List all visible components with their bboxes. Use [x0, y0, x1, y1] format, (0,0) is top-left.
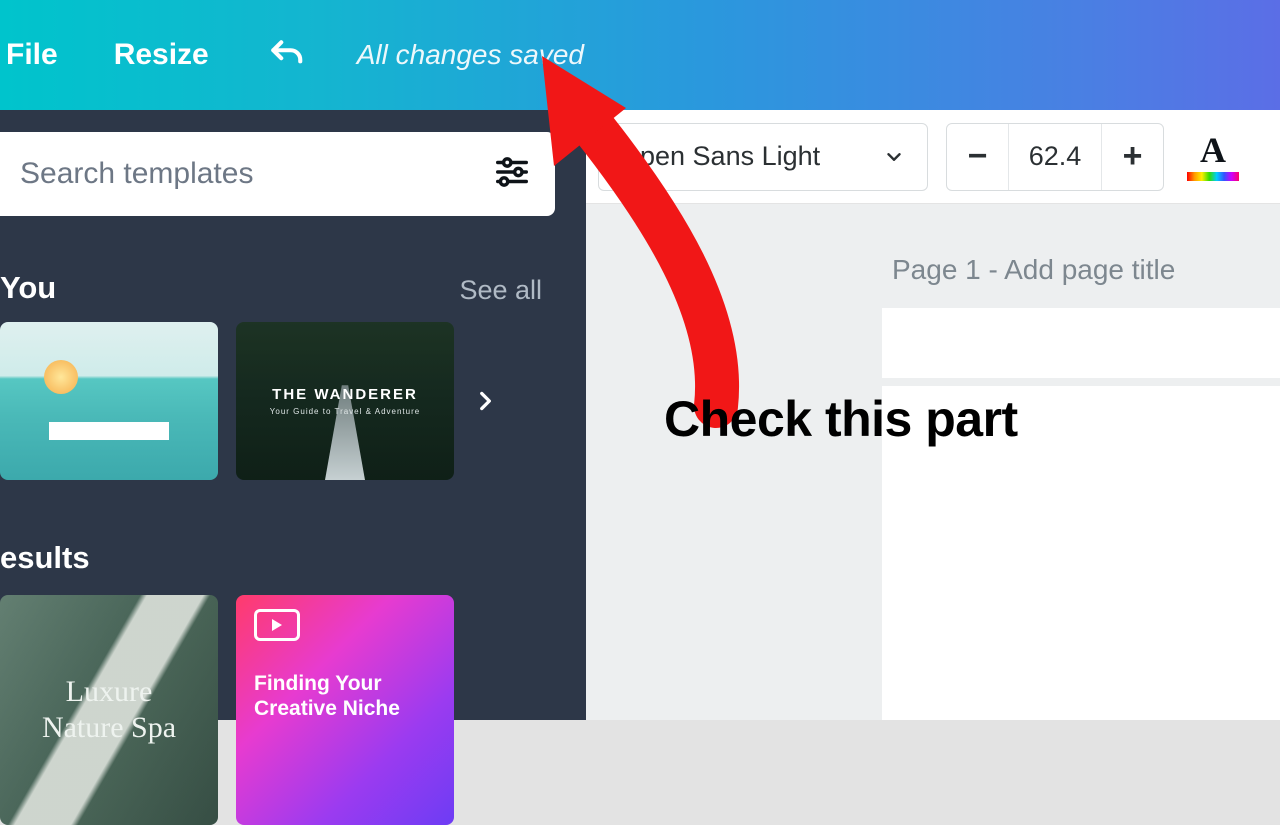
save-status: All changes saved: [357, 39, 584, 71]
text-color-icon: A: [1200, 132, 1226, 168]
section-for-you-header: You See all: [0, 270, 542, 306]
search-bar: [0, 132, 555, 216]
color-spectrum-icon: [1187, 172, 1239, 181]
templates-carousel: Luxure Nature Spa Finding Your Creative …: [0, 595, 454, 825]
font-size-stepper: − +: [946, 123, 1164, 191]
editor-toolbar: Open Sans Light − + A: [586, 110, 1280, 204]
search-input[interactable]: [20, 157, 493, 191]
filter-button[interactable]: [493, 153, 531, 196]
template-card[interactable]: THE WANDERER Your Guide to Travel & Adve…: [236, 322, 454, 480]
template-title: Luxure Nature Spa: [42, 674, 176, 746]
canvas-area: Page 1 - Add page title: [586, 204, 1280, 720]
font-name-label: Open Sans Light: [619, 141, 820, 172]
font-size-decrease-button[interactable]: −: [947, 124, 1009, 190]
font-size-input[interactable]: [1009, 141, 1101, 172]
carousel-next-button[interactable]: [472, 374, 498, 428]
chevron-right-icon: [472, 374, 498, 428]
section-heading: esults: [0, 540, 90, 576]
video-icon: [254, 609, 300, 641]
template-title: Finding Your Creative Niche: [254, 671, 436, 721]
top-menu-bar: File Resize All changes saved: [0, 0, 1280, 110]
page-title-input[interactable]: Page 1 - Add page title: [892, 254, 1175, 286]
undo-icon: [265, 36, 307, 74]
chevron-down-icon: [883, 146, 905, 168]
canvas-page[interactable]: [882, 308, 1280, 378]
section-heading: You: [0, 270, 56, 306]
sliders-icon: [493, 153, 531, 191]
templates-sidebar: You See all THE WANDERER Your Guide to T…: [0, 110, 586, 720]
see-all-link[interactable]: See all: [459, 275, 542, 306]
font-family-select[interactable]: Open Sans Light: [598, 123, 928, 191]
template-title: THE WANDERER: [245, 386, 446, 403]
annotation-text: Check this part: [664, 390, 1018, 448]
text-color-button[interactable]: A: [1182, 123, 1244, 191]
templates-carousel: THE WANDERER Your Guide to Travel & Adve…: [0, 322, 498, 480]
template-card[interactable]: Finding Your Creative Niche: [236, 595, 454, 825]
resize-menu[interactable]: Resize: [114, 38, 209, 72]
undo-button[interactable]: [265, 37, 307, 73]
font-size-increase-button[interactable]: +: [1101, 124, 1163, 190]
template-card[interactable]: [0, 322, 218, 480]
section-results-header: esults: [0, 540, 542, 576]
template-thumb-detail: [49, 422, 169, 440]
template-subtitle: Your Guide to Travel & Adventure: [245, 407, 446, 416]
file-menu[interactable]: File: [6, 38, 58, 72]
template-card[interactable]: Luxure Nature Spa: [0, 595, 218, 825]
